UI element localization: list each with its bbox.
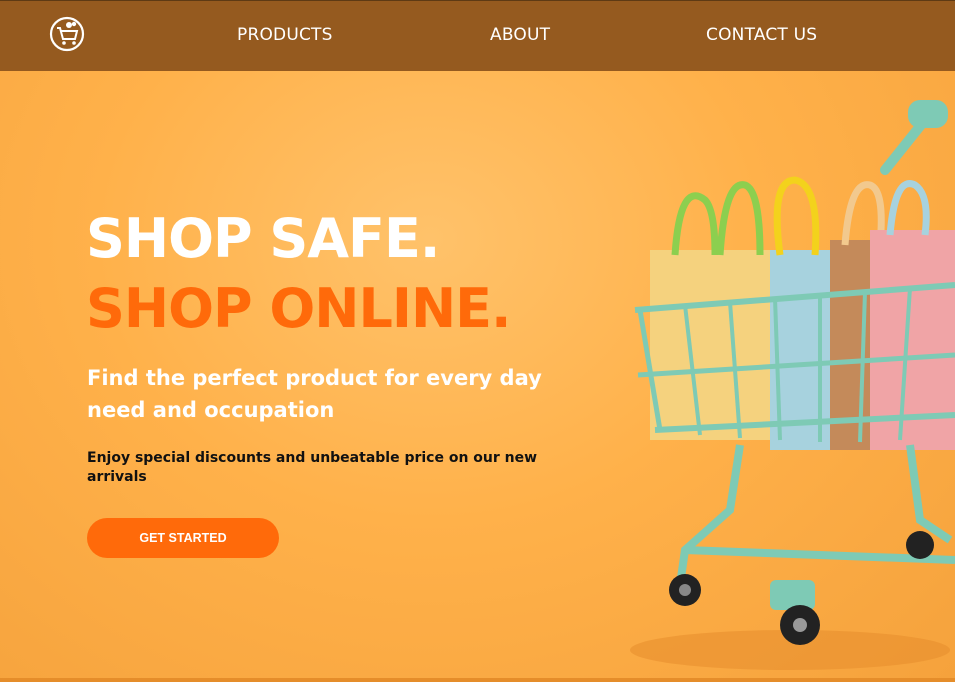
nav-link-products[interactable]: PRODUCTS bbox=[237, 25, 333, 45]
headline-line-2: SHOP ONLINE. bbox=[86, 277, 512, 340]
promo-text: Enjoy special discounts and unbeatable p… bbox=[87, 450, 538, 485]
get-started-button[interactable]: GET STARTED bbox=[87, 518, 279, 558]
shopping-cart-logo-icon[interactable] bbox=[48, 15, 86, 53]
hero-subheading: Find the perfect product for every day n… bbox=[87, 366, 542, 422]
page-bottom-edge bbox=[0, 678, 955, 682]
nav-link-about[interactable]: ABOUT bbox=[490, 25, 550, 45]
nav-link-contact-us[interactable]: CONTACT US bbox=[706, 25, 817, 45]
navbar: PRODUCTS ABOUT CONTACT US bbox=[0, 0, 955, 71]
hero-page: PRODUCTS ABOUT CONTACT US SHOP SAFE. SHO… bbox=[0, 0, 955, 682]
shopping-cart-with-bags-illustration bbox=[620, 90, 955, 682]
headline-line-1: SHOP SAFE. bbox=[86, 207, 440, 270]
